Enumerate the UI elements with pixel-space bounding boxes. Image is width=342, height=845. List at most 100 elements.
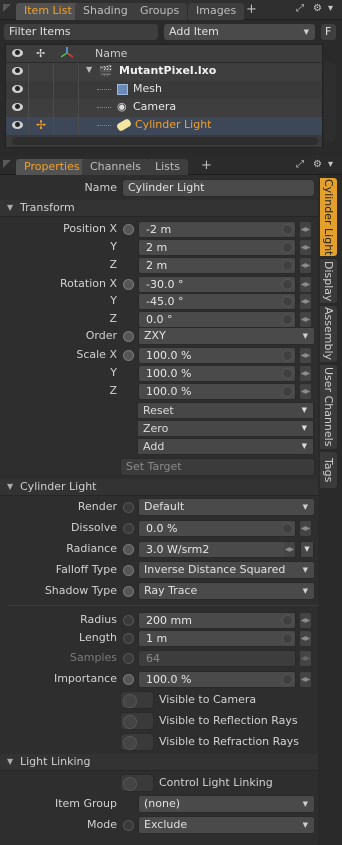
- tab-groups[interactable]: Groups: [132, 3, 188, 20]
- rotation-y-field[interactable]: -45.0 °: [138, 293, 296, 310]
- vtab-display[interactable]: Display: [320, 259, 337, 303]
- add-item-dropdown[interactable]: Add Item: [163, 23, 316, 41]
- rotation-y-envelope-icon[interactable]: [282, 296, 293, 307]
- position-y-envelope-icon[interactable]: [282, 242, 293, 253]
- vtab-tags[interactable]: Tags: [320, 452, 337, 488]
- vtab-cylinder-light[interactable]: Cylinder Light: [320, 178, 337, 256]
- length-channel-radio[interactable]: [123, 633, 134, 644]
- reset-dropdown-button[interactable]: Reset: [137, 402, 314, 419]
- position-x-envelope-icon[interactable]: [282, 224, 293, 235]
- collapse-triangle-icon[interactable]: ▼: [7, 479, 13, 495]
- vertical-scrollbar[interactable]: [324, 62, 336, 142]
- gear-icon[interactable]: ⚙: [313, 159, 322, 171]
- set-target-button[interactable]: Set Target: [120, 458, 315, 476]
- visible-to-reflection-toggle[interactable]: [120, 712, 154, 730]
- name-input[interactable]: Cylinder Light: [122, 179, 315, 197]
- rotation-x-field[interactable]: -30.0 °: [138, 276, 296, 293]
- position-channel-radio[interactable]: [123, 224, 134, 235]
- position-y-stepper[interactable]: ◀▶: [300, 240, 311, 255]
- radius-stepper[interactable]: ◀▶: [300, 613, 311, 628]
- control-light-linking-toggle[interactable]: [120, 774, 154, 792]
- tab-properties[interactable]: Properties: [16, 159, 88, 176]
- rotation-z-envelope-icon[interactable]: [282, 314, 293, 325]
- shadow-channel-radio[interactable]: [123, 586, 134, 597]
- cylinder-light-section-header[interactable]: ▼ Cylinder Light: [0, 479, 318, 496]
- radius-channel-radio[interactable]: [123, 615, 134, 626]
- horizontal-scrollbar[interactable]: [12, 137, 318, 145]
- dissolve-stepper[interactable]: ◀▶: [300, 521, 311, 536]
- mode-dropdown[interactable]: Exclude: [138, 816, 315, 834]
- scale-y-envelope-icon[interactable]: [282, 368, 293, 379]
- filter-f-button[interactable]: F: [320, 23, 337, 41]
- position-x-stepper[interactable]: ◀▶: [300, 222, 311, 237]
- add-tab-icon[interactable]: +: [246, 3, 257, 17]
- scale-y-stepper[interactable]: ◀▶: [300, 366, 311, 381]
- visible-to-camera-toggle[interactable]: [120, 691, 154, 709]
- position-x-field[interactable]: -2 m: [138, 221, 296, 238]
- scale-y-field[interactable]: 100.0 %: [138, 365, 296, 382]
- render-channel-radio[interactable]: [123, 502, 134, 513]
- falloff-channel-radio[interactable]: [123, 565, 134, 576]
- expand-icon[interactable]: ⤢: [296, 3, 304, 15]
- dissolve-envelope-icon[interactable]: [282, 523, 293, 534]
- tab-shading[interactable]: Shading: [75, 3, 136, 20]
- shadow-type-dropdown[interactable]: Ray Trace: [138, 582, 315, 600]
- length-stepper[interactable]: ◀▶: [300, 631, 311, 646]
- collapse-triangle-icon[interactable]: ▼: [86, 65, 92, 74]
- light-linking-section-header[interactable]: ▼ Light Linking: [0, 754, 318, 771]
- scale-x-stepper[interactable]: ◀▶: [300, 348, 311, 363]
- render-dropdown[interactable]: Default: [138, 498, 315, 516]
- tab-channels[interactable]: Channels: [82, 159, 149, 176]
- radius-envelope-icon[interactable]: [282, 615, 293, 626]
- tab-lists[interactable]: Lists: [147, 159, 188, 176]
- order-channel-radio[interactable]: [123, 331, 134, 342]
- visible-to-refraction-toggle[interactable]: [120, 733, 154, 751]
- item-group-dropdown[interactable]: (none): [138, 795, 315, 813]
- importance-envelope-icon[interactable]: [282, 674, 293, 685]
- tab-images[interactable]: Images: [188, 3, 245, 20]
- menu-arrow-icon[interactable]: ▾: [328, 159, 333, 171]
- visibility-icon[interactable]: [12, 103, 23, 111]
- radiance-unit-dropdown[interactable]: ▼: [300, 541, 314, 558]
- scale-x-field[interactable]: 100.0 %: [138, 347, 296, 364]
- position-y-field[interactable]: 2 m: [138, 239, 296, 256]
- visibility-icon[interactable]: [12, 67, 23, 75]
- rotation-z-stepper[interactable]: ◀▶: [300, 312, 311, 327]
- importance-channel-radio[interactable]: [123, 674, 134, 685]
- dissolve-field[interactable]: 0.0 %: [138, 520, 296, 537]
- rotation-y-stepper[interactable]: ◀▶: [300, 294, 311, 309]
- radiance-field[interactable]: 3.0 W/srm2: [138, 541, 296, 558]
- importance-field[interactable]: 100.0 %: [138, 671, 296, 688]
- length-field[interactable]: 1 m: [138, 630, 296, 647]
- radiance-stepper[interactable]: ◀▶: [284, 542, 295, 557]
- length-envelope-icon[interactable]: [282, 633, 293, 644]
- scale-x-envelope-icon[interactable]: [282, 350, 293, 361]
- visibility-icon[interactable]: [12, 49, 23, 57]
- dissolve-channel-radio[interactable]: [123, 523, 134, 534]
- transform-icon[interactable]: ✢: [36, 118, 46, 132]
- importance-stepper[interactable]: ◀▶: [300, 672, 311, 687]
- vtab-user-channels[interactable]: User Channels: [320, 365, 337, 449]
- position-z-field[interactable]: 2 m: [138, 257, 296, 274]
- gear-icon[interactable]: ⚙: [313, 3, 322, 15]
- scale-channel-radio[interactable]: [123, 350, 134, 361]
- position-z-stepper[interactable]: ◀▶: [300, 258, 311, 273]
- radius-field[interactable]: 200 mm: [138, 612, 296, 629]
- add-dropdown-button[interactable]: Add: [137, 438, 314, 455]
- filter-items-input[interactable]: Filter Items: [3, 23, 159, 41]
- rotation-z-field[interactable]: 0.0 °: [138, 311, 296, 328]
- visibility-icon[interactable]: [12, 85, 23, 93]
- transform-section-header[interactable]: ▼ Transform: [0, 200, 318, 217]
- scale-z-envelope-icon[interactable]: [282, 386, 293, 397]
- zero-dropdown-button[interactable]: Zero: [137, 420, 314, 437]
- rotation-x-envelope-icon[interactable]: [282, 279, 293, 290]
- visibility-icon[interactable]: [12, 121, 23, 129]
- expand-icon[interactable]: ⤢: [296, 159, 304, 171]
- scale-z-field[interactable]: 100.0 %: [138, 383, 296, 400]
- axis-icon[interactable]: [60, 47, 74, 59]
- mode-channel-radio[interactable]: [123, 820, 134, 831]
- collapse-triangle-icon[interactable]: ▼: [7, 754, 13, 770]
- falloff-type-dropdown[interactable]: Inverse Distance Squared: [138, 561, 315, 579]
- tab-item-list[interactable]: Item List: [16, 3, 80, 20]
- rotation-x-stepper[interactable]: ◀▶: [300, 277, 311, 292]
